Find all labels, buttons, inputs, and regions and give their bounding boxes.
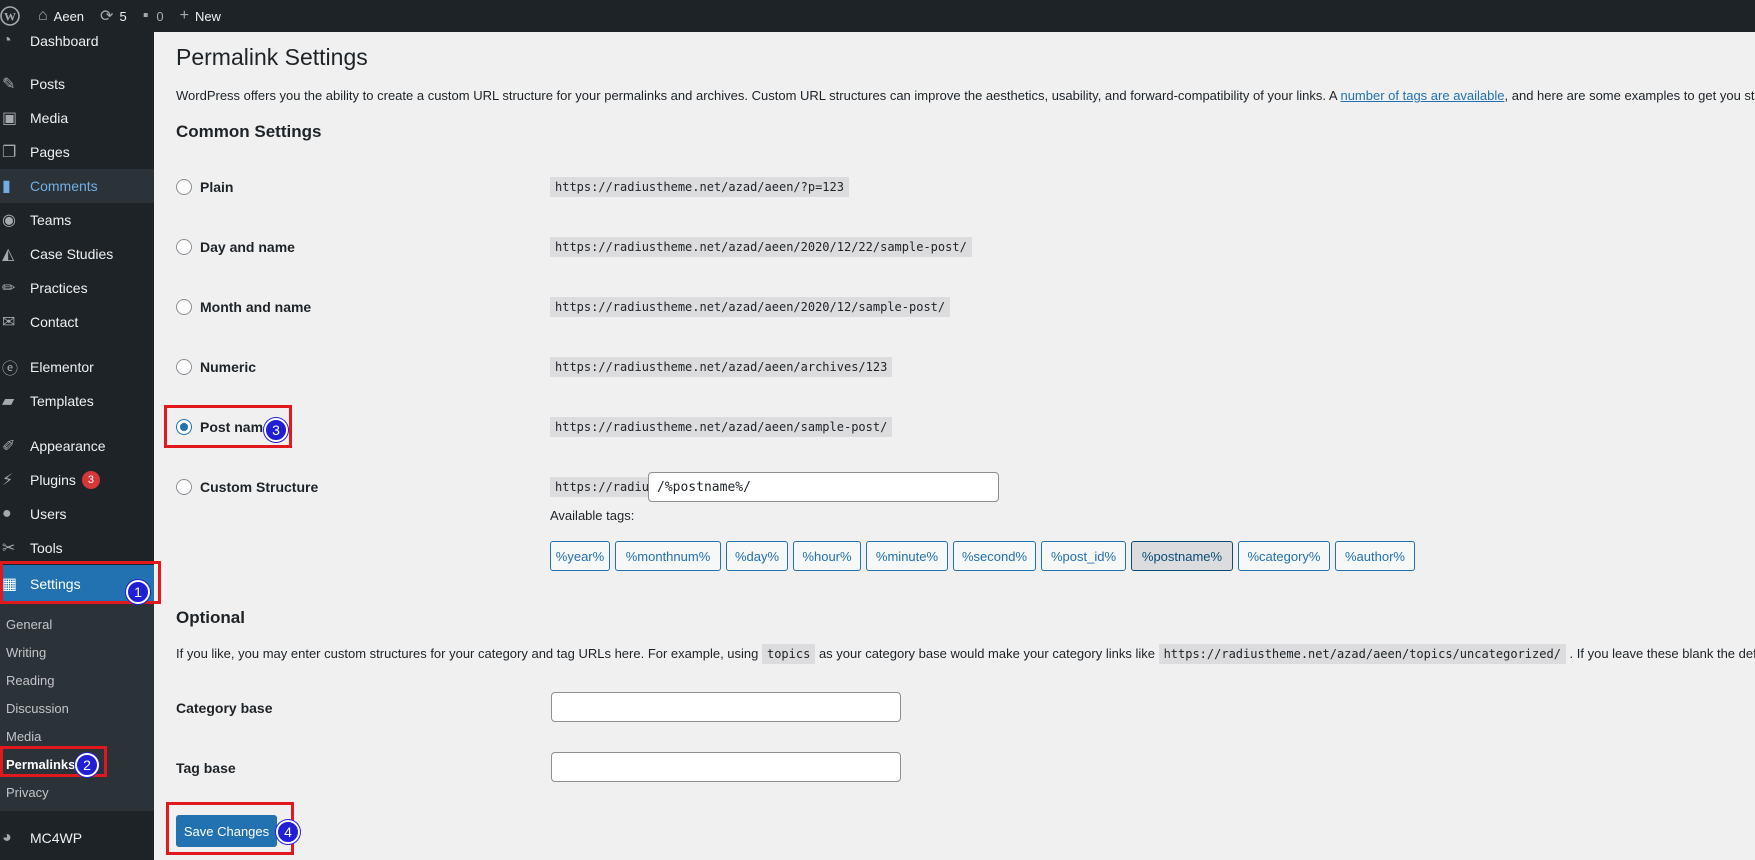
day-and-name-radio[interactable] bbox=[176, 239, 192, 255]
month-and-name-radio[interactable] bbox=[176, 299, 192, 315]
step-marker-3: 3 bbox=[264, 418, 288, 442]
dashboard-icon: ◔ bbox=[2, 32, 12, 49]
available-tags-label: Available tags: bbox=[550, 508, 635, 523]
menu-item-tools[interactable]: ✂ Tools bbox=[0, 531, 154, 565]
submenu-writing[interactable]: Writing bbox=[6, 645, 46, 660]
folder-icon: ▰ bbox=[2, 393, 15, 410]
home-icon: ⌂ bbox=[38, 7, 48, 24]
page-title: Permalink Settings bbox=[176, 44, 368, 70]
submenu-discussion[interactable]: Discussion bbox=[6, 701, 69, 716]
menu-item-contact[interactable]: ✉ Contact bbox=[0, 305, 154, 339]
pin-icon: ✎ bbox=[2, 76, 16, 93]
mc4wp-icon: ◕ bbox=[2, 829, 12, 846]
menu-item-users[interactable]: ● Users bbox=[0, 497, 154, 531]
category-base-input[interactable] bbox=[551, 692, 901, 722]
tag-base-label: Tag base bbox=[176, 760, 236, 776]
team-icon: ◉ bbox=[2, 212, 16, 229]
numeric-radio[interactable] bbox=[176, 359, 192, 375]
submenu-privacy[interactable]: Privacy bbox=[6, 785, 49, 800]
submenu-media[interactable]: Media bbox=[6, 729, 41, 744]
menu-item-comments[interactable]: ▮ Comments bbox=[0, 169, 154, 203]
updates-count: 5 bbox=[119, 8, 127, 24]
step-marker-2: 2 bbox=[75, 753, 99, 777]
tag-button-hour[interactable]: %hour% bbox=[793, 541, 861, 571]
plain-example-url: https://radiustheme.net/azad/aeen/?p=123 bbox=[550, 177, 849, 197]
numeric-example-url: https://radiustheme.net/azad/aeen/archiv… bbox=[550, 357, 893, 377]
site-name: Aeen bbox=[53, 8, 85, 24]
menu-item-dashboard[interactable]: ◔ Dashboard bbox=[0, 24, 154, 58]
option-month-and-name[interactable]: Month and name bbox=[176, 299, 311, 315]
wordpress-logo-icon: W bbox=[0, 6, 20, 26]
submenu-reading[interactable]: Reading bbox=[6, 673, 54, 688]
tag-button-category[interactable]: %category% bbox=[1238, 541, 1330, 571]
tag-button-minute[interactable]: %minute% bbox=[866, 541, 948, 571]
main-content: Permalink Settings WordPress offers you … bbox=[154, 32, 1755, 860]
plugin-icon: ⚡ bbox=[2, 472, 14, 489]
menu-item-teams[interactable]: ◉ Teams bbox=[0, 203, 154, 237]
media-icon: ▣ bbox=[2, 110, 18, 127]
pages-icon: ❐ bbox=[2, 144, 17, 161]
brush-icon: ✐ bbox=[2, 438, 16, 455]
plus-icon: + bbox=[179, 7, 189, 24]
highlight-save-changes bbox=[166, 802, 294, 855]
admin-bar: W ⌂ Aeen ⟳ 5 ▪ 0 + New bbox=[0, 0, 1755, 32]
menu-item-pages[interactable]: ❐ Pages bbox=[0, 135, 154, 169]
menu-item-templates[interactable]: ▰ Templates bbox=[0, 384, 154, 418]
menu-item-elementor[interactable]: ⓔ Elementor bbox=[0, 350, 154, 384]
category-example-url: https://radiustheme.net/azad/aeen/topics… bbox=[1158, 644, 1566, 664]
settings-submenu: General Writing Reading Discussion Media… bbox=[0, 603, 154, 811]
step-marker-1: 1 bbox=[126, 580, 150, 604]
elementor-icon: ⓔ bbox=[2, 361, 19, 378]
optional-description: If you like, you may enter custom struct… bbox=[176, 644, 1755, 664]
tag-button-year[interactable]: %year% bbox=[550, 541, 610, 571]
day-and-name-example-url: https://radiustheme.net/azad/aeen/2020/1… bbox=[550, 237, 972, 257]
menu-item-plugins[interactable]: ⚡ Plugins 3 bbox=[0, 463, 154, 497]
refresh-icon: ⟳ bbox=[100, 8, 114, 25]
tag-button-monthnum[interactable]: %monthnum% bbox=[615, 541, 721, 571]
comment-icon: ▮ bbox=[2, 178, 11, 195]
optional-heading: Optional bbox=[176, 608, 245, 627]
option-custom-structure[interactable]: Custom Structure bbox=[176, 479, 318, 495]
tag-button-second[interactable]: %second% bbox=[953, 541, 1036, 571]
menu-item-media[interactable]: ▣ Media bbox=[0, 101, 154, 135]
admin-sidebar: ◔ Dashboard ✎ Posts ▣ Media ❐ Pages ▮ Comment… bbox=[0, 32, 154, 860]
tag-button-author[interactable]: %author% bbox=[1335, 541, 1415, 571]
month-and-name-example-url: https://radiustheme.net/azad/aeen/2020/1… bbox=[550, 297, 951, 317]
option-plain[interactable]: Plain bbox=[176, 179, 233, 195]
option-day-and-name[interactable]: Day and name bbox=[176, 239, 295, 255]
plain-radio[interactable] bbox=[176, 179, 192, 195]
menu-item-posts[interactable]: ✎ Posts bbox=[0, 67, 154, 101]
new-label: New bbox=[194, 8, 221, 24]
menu-item-practices[interactable]: ✏ Practices bbox=[0, 271, 154, 305]
menu-item-mc4wp[interactable]: ◕ MC4WP bbox=[0, 821, 154, 855]
graduation-cap-icon: ◭ bbox=[2, 246, 15, 263]
post-name-example-url: https://radiustheme.net/azad/aeen/sample… bbox=[550, 417, 893, 437]
topics-code: topics bbox=[761, 644, 816, 664]
tag-base-input[interactable] bbox=[551, 752, 901, 782]
submenu-general[interactable]: General bbox=[6, 617, 52, 632]
user-icon: ● bbox=[2, 505, 12, 522]
comments-count: 0 bbox=[156, 8, 164, 24]
tags-available-link[interactable]: number of tags are available bbox=[1340, 88, 1504, 103]
tag-button-post-id[interactable]: %post_id% bbox=[1041, 541, 1126, 571]
mail-icon: ✉ bbox=[2, 314, 16, 331]
plugins-update-badge: 3 bbox=[81, 471, 100, 489]
wrench-icon: ✂ bbox=[2, 540, 16, 557]
comment-bubble-icon: ▪ bbox=[142, 7, 149, 24]
intro-text: WordPress offers you the ability to crea… bbox=[176, 88, 1755, 103]
new-content-link[interactable]: + New bbox=[172, 0, 229, 32]
tag-button-postname[interactable]: %postname% bbox=[1131, 541, 1233, 571]
pencil-icon: ✏ bbox=[2, 280, 16, 297]
tag-button-day[interactable]: %day% bbox=[726, 541, 788, 571]
menu-item-appearance[interactable]: ✐ Appearance bbox=[0, 429, 154, 463]
common-settings-heading: Common Settings bbox=[176, 122, 322, 141]
custom-structure-input[interactable]: /%postname%/ bbox=[648, 472, 999, 502]
menu-item-case-studies[interactable]: ◭ Case Studies bbox=[0, 237, 154, 271]
svg-text:W: W bbox=[4, 10, 16, 24]
category-base-label: Category base bbox=[176, 700, 273, 716]
custom-structure-radio[interactable] bbox=[176, 479, 192, 495]
step-marker-4: 4 bbox=[276, 820, 300, 844]
option-numeric[interactable]: Numeric bbox=[176, 359, 256, 375]
